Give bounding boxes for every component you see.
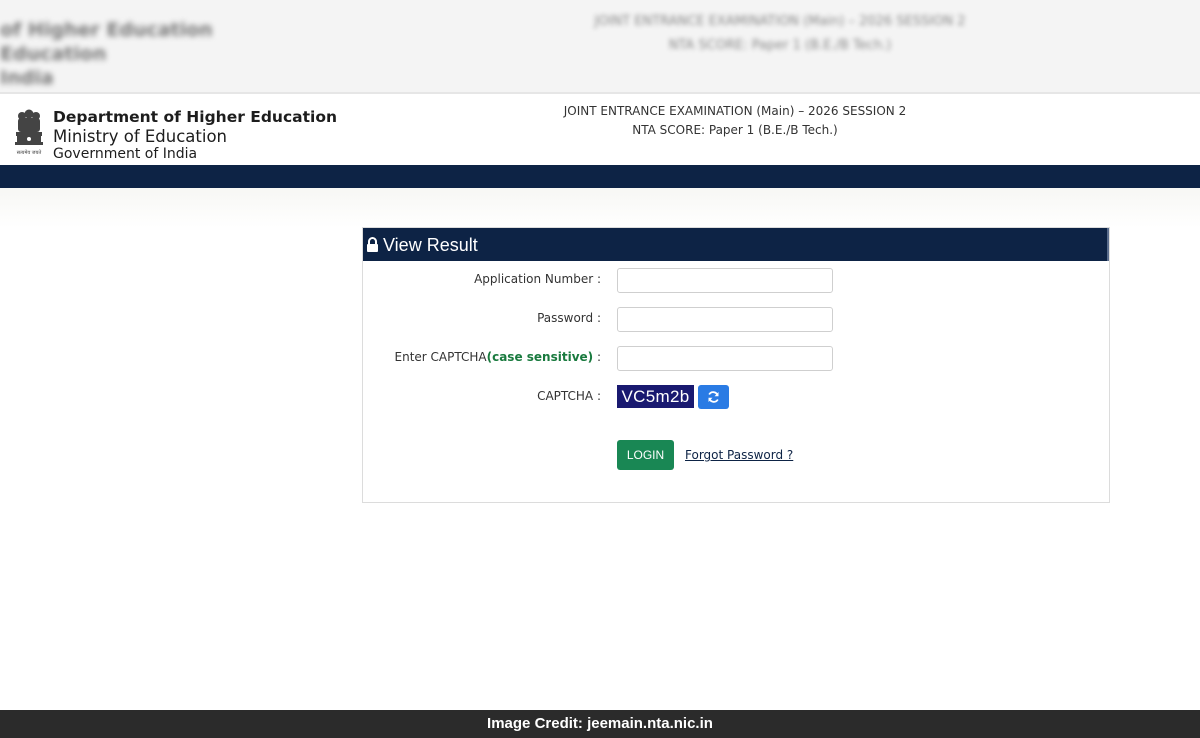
navigation-bar [0, 165, 1200, 188]
login-button[interactable]: LOGIN [617, 440, 674, 470]
captcha-image: VC5m2b [617, 385, 694, 408]
emblem-caption: सत्यमेव जयते [17, 149, 42, 156]
captcha-input-label-prefix: Enter CAPTCHA [394, 350, 487, 364]
view-result-panel: View Result Application Number : Passwor… [362, 227, 1110, 503]
department-name: Department of Higher Education [53, 108, 338, 126]
blurred-dept-line3: India [0, 67, 54, 89]
blurred-dept-text: of Higher Education Education India [0, 18, 213, 90]
exam-title-line2: NTA SCORE: Paper 1 (B.E./B Tech.) [632, 123, 838, 137]
application-number-label: Application Number : [474, 272, 601, 286]
blurred-exam-line1: JOINT ENTRANCE EXAMINATION (Main) – 2026… [594, 14, 966, 29]
blurred-exam-line2: NTA SCORE: Paper 1 (B.E./B Tech.) [668, 38, 892, 53]
background-strip [0, 188, 1200, 228]
password-input[interactable] [617, 307, 833, 332]
captcha-input-label-suffix: : [593, 350, 601, 364]
refresh-icon [708, 391, 719, 403]
ministry-name: Ministry of Education [53, 127, 228, 146]
forgot-password-link[interactable]: Forgot Password ? [685, 447, 793, 463]
lock-icon [367, 237, 378, 252]
captcha-label: CAPTCHA : [537, 389, 601, 403]
site-header: सत्यमेव जयते Department of Higher Educat… [0, 92, 1200, 167]
government-name: Government of India [53, 146, 198, 162]
department-block: Department of Higher Education Ministry … [53, 108, 337, 162]
blurred-exam-text: JOINT ENTRANCE EXAMINATION (Main) – 2026… [560, 10, 1000, 58]
blurred-dept-line1: of Higher Education [0, 19, 213, 41]
exam-title: JOINT ENTRANCE EXAMINATION (Main) – 2026… [535, 102, 935, 140]
application-number-input[interactable] [617, 268, 833, 293]
blurred-dept-line2: Education [0, 43, 107, 65]
exam-title-line1: JOINT ENTRANCE EXAMINATION (Main) – 2026… [563, 104, 907, 118]
panel-header: View Result [363, 228, 1109, 261]
panel-title: View Result [383, 235, 478, 255]
captcha-input[interactable] [617, 346, 833, 371]
case-sensitive-note: (case sensitive) [486, 350, 594, 364]
state-emblem-icon: सत्यमेव जयते [15, 109, 43, 156]
captcha-input-label: Enter CAPTCHA(case sensitive) : [395, 349, 601, 365]
refresh-captcha-button[interactable] [698, 385, 729, 409]
image-credit: Image Credit: jeemain.nta.nic.in [0, 710, 1200, 738]
password-label: Password : [537, 311, 601, 325]
blurred-background-header: of Higher Education Education India JOIN… [0, 0, 1200, 92]
